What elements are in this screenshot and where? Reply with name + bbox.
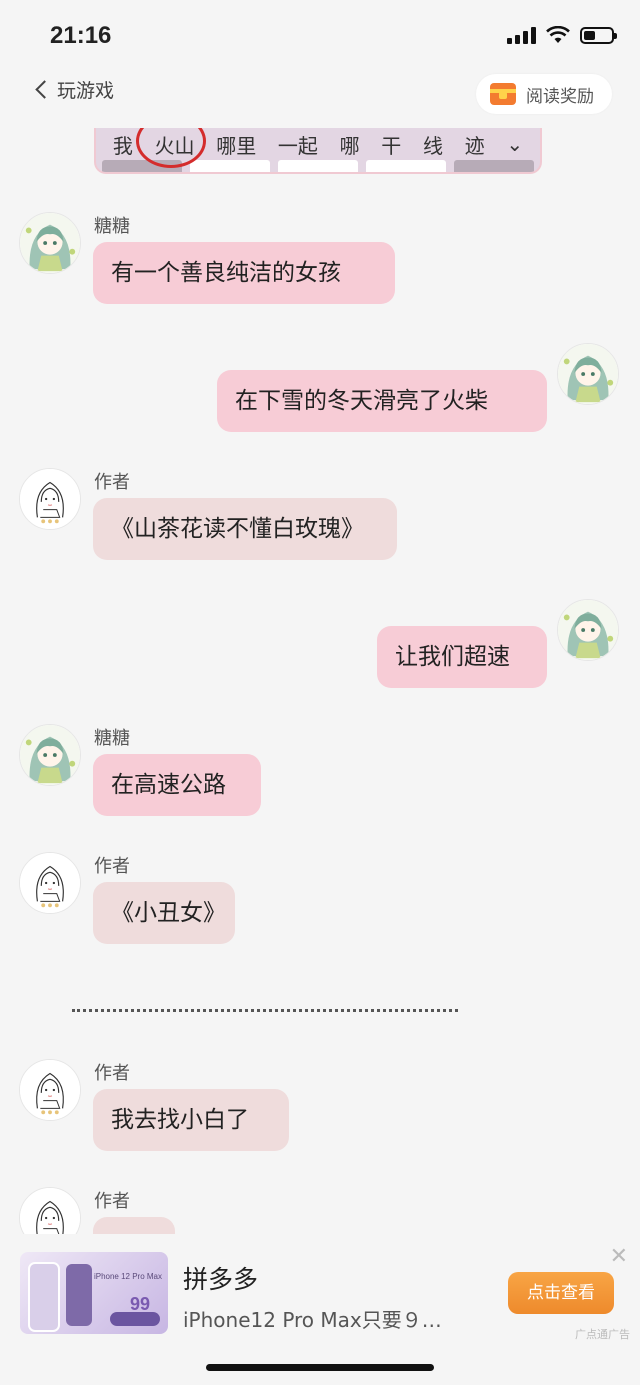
- message-bubble[interactable]: [93, 1217, 175, 1234]
- ad-image[interactable]: iPhone 12 Pro Max 99: [20, 1252, 168, 1334]
- message-bubble[interactable]: 我去找小白了: [93, 1089, 289, 1151]
- dotted-divider: [72, 1009, 458, 1012]
- close-icon[interactable]: ✕: [610, 1244, 628, 1269]
- sender-name: 糖糖: [94, 216, 130, 237]
- sender-name: 作者: [94, 472, 130, 493]
- anime-girl-avatar[interactable]: [19, 724, 81, 786]
- ad-banner[interactable]: iPhone 12 Pro Max 99 拼多多 iPhone12 Pro Ma…: [0, 1236, 640, 1346]
- message-bubble[interactable]: 《山茶花读不懂白玫瑰》: [93, 498, 397, 560]
- message-bubble[interactable]: 让我们超速: [377, 626, 547, 688]
- message-bubble[interactable]: 在高速公路: [93, 754, 261, 816]
- ad-view-button[interactable]: 点击查看: [508, 1272, 614, 1314]
- message-bubble[interactable]: 有一个善良纯洁的女孩: [93, 242, 395, 304]
- ad-title: 拼多多: [183, 1265, 259, 1294]
- sender-name: 糖糖: [94, 728, 130, 749]
- sketch-girl-avatar[interactable]: [19, 1187, 81, 1234]
- ad-source-label: 广点通广告: [575, 1328, 630, 1341]
- message-bubble[interactable]: 《小丑女》: [93, 882, 235, 944]
- ad-image-tag: iPhone 12 Pro Max: [93, 1272, 162, 1281]
- chat-list: 糖糖有一个善良纯洁的女孩欣然在下雪的冬天滑亮了火柴作者《山茶花读不懂白玫瑰》欣然…: [0, 0, 640, 1234]
- sender-name: 作者: [94, 1191, 130, 1212]
- sketch-girl-avatar[interactable]: [19, 1059, 81, 1121]
- sender-name: 作者: [94, 1063, 130, 1084]
- message-bubble[interactable]: 在下雪的冬天滑亮了火柴: [217, 370, 547, 432]
- anime-girl-avatar[interactable]: [557, 343, 619, 405]
- home-indicator: [206, 1364, 434, 1371]
- anime-girl-avatar[interactable]: [19, 212, 81, 274]
- anime-girl-avatar[interactable]: [557, 599, 619, 661]
- sketch-girl-avatar[interactable]: [19, 852, 81, 914]
- sender-name: 作者: [94, 856, 130, 877]
- ad-description: iPhone12 Pro Max只要９…: [183, 1308, 442, 1332]
- sketch-girl-avatar[interactable]: [19, 468, 81, 530]
